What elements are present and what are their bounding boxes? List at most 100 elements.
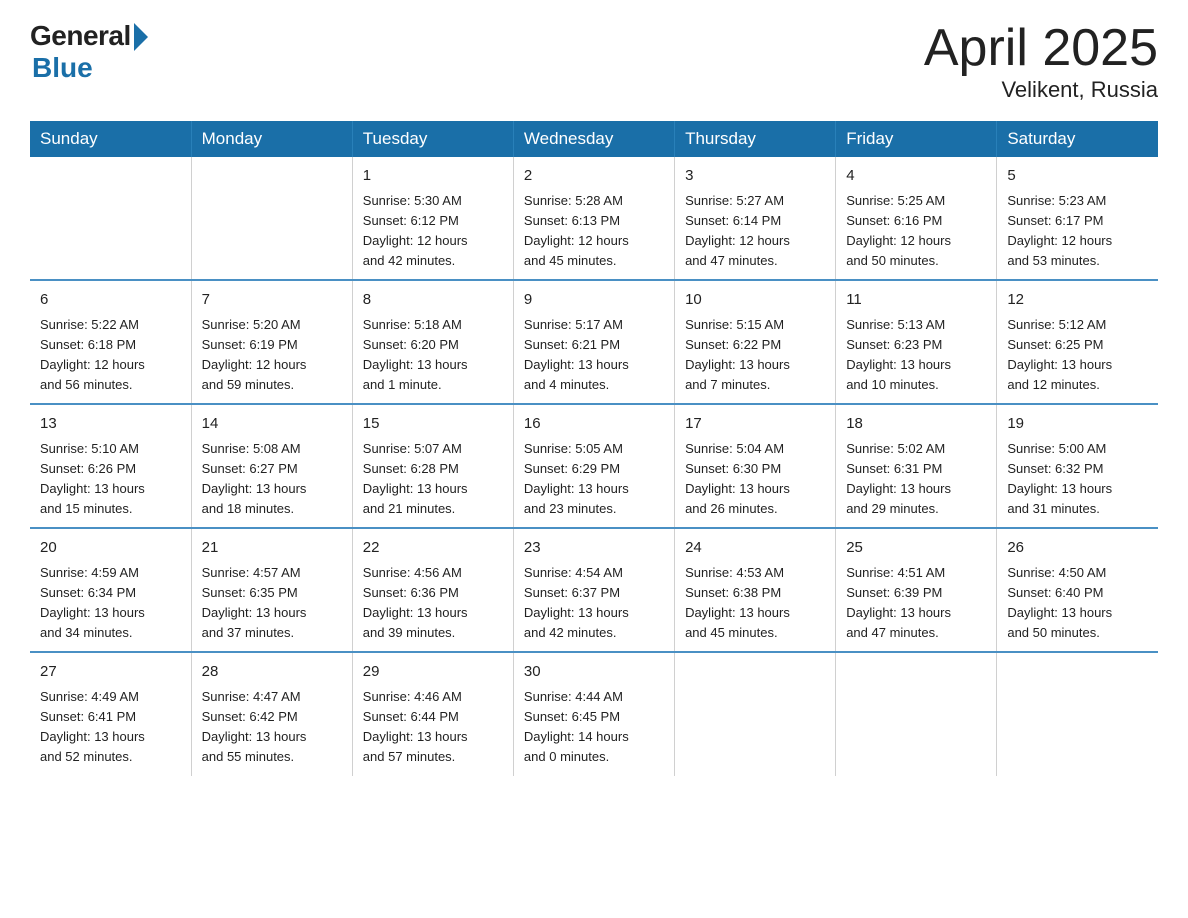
weekday-header-friday: Friday bbox=[836, 121, 997, 157]
calendar-week-row: 6 Sunrise: 5:22 AM Sunset: 6:18 PM Daylig… bbox=[30, 280, 1158, 404]
day-info: Sunrise: 5:07 AM Sunset: 6:28 PM Dayligh… bbox=[363, 439, 503, 520]
day-number: 13 bbox=[40, 413, 181, 436]
calendar-cell: 4 Sunrise: 5:25 AM Sunset: 6:16 PM Daylig… bbox=[836, 157, 997, 280]
day-number: 1 bbox=[363, 165, 503, 188]
logo: General Blue bbox=[30, 20, 148, 84]
day-number: 23 bbox=[524, 537, 664, 560]
calendar-week-row: 27 Sunrise: 4:49 AM Sunset: 6:41 PM Dayli… bbox=[30, 652, 1158, 775]
day-info: Sunrise: 5:13 AM Sunset: 6:23 PM Dayligh… bbox=[846, 315, 986, 396]
calendar-cell: 3 Sunrise: 5:27 AM Sunset: 6:14 PM Daylig… bbox=[675, 157, 836, 280]
weekday-header-wednesday: Wednesday bbox=[513, 121, 674, 157]
logo-general-text: General bbox=[30, 20, 131, 52]
calendar-cell: 2Sunrise: 5:28 AM Sunset: 6:13 PM Daylig… bbox=[513, 157, 674, 280]
day-number: 3 bbox=[685, 165, 825, 188]
calendar-cell: 13 Sunrise: 5:10 AM Sunset: 6:26 PM Dayli… bbox=[30, 404, 191, 528]
day-number: 19 bbox=[1007, 413, 1148, 436]
day-info: Sunrise: 4:49 AM Sunset: 6:41 PM Dayligh… bbox=[40, 687, 181, 768]
calendar-cell: 20 Sunrise: 4:59 AM Sunset: 6:34 PM Dayli… bbox=[30, 528, 191, 652]
day-info: Sunrise: 5:02 AM Sunset: 6:31 PM Dayligh… bbox=[846, 439, 986, 520]
day-info: Sunrise: 5:12 AM Sunset: 6:25 PM Dayligh… bbox=[1007, 315, 1148, 396]
day-info: Sunrise: 5:04 AM Sunset: 6:30 PM Dayligh… bbox=[685, 439, 825, 520]
weekday-header-tuesday: Tuesday bbox=[352, 121, 513, 157]
day-info: Sunrise: 5:18 AM Sunset: 6:20 PM Dayligh… bbox=[363, 315, 503, 396]
day-number: 12 bbox=[1007, 289, 1148, 312]
day-info: Sunrise: 4:50 AM Sunset: 6:40 PM Dayligh… bbox=[1007, 563, 1148, 644]
day-number: 22 bbox=[363, 537, 503, 560]
calendar-cell: 25 Sunrise: 4:51 AM Sunset: 6:39 PM Dayli… bbox=[836, 528, 997, 652]
day-info: Sunrise: 5:10 AM Sunset: 6:26 PM Dayligh… bbox=[40, 439, 181, 520]
day-number: 6 bbox=[40, 289, 181, 312]
calendar-cell: 24Sunrise: 4:53 AM Sunset: 6:38 PM Dayli… bbox=[675, 528, 836, 652]
day-number: 17 bbox=[685, 413, 825, 436]
weekday-header-saturday: Saturday bbox=[997, 121, 1158, 157]
day-info: Sunrise: 5:25 AM Sunset: 6:16 PM Dayligh… bbox=[846, 191, 986, 272]
calendar-cell bbox=[191, 157, 352, 280]
calendar-cell bbox=[836, 652, 997, 775]
calendar-cell: 9Sunrise: 5:17 AM Sunset: 6:21 PM Daylig… bbox=[513, 280, 674, 404]
page-header: General Blue April 2025 Velikent, Russia bbox=[30, 20, 1158, 103]
day-number: 29 bbox=[363, 661, 503, 684]
calendar-cell: 1 Sunrise: 5:30 AM Sunset: 6:12 PM Daylig… bbox=[352, 157, 513, 280]
calendar-cell: 6 Sunrise: 5:22 AM Sunset: 6:18 PM Daylig… bbox=[30, 280, 191, 404]
day-info: Sunrise: 4:57 AM Sunset: 6:35 PM Dayligh… bbox=[202, 563, 342, 644]
calendar-cell: 11 Sunrise: 5:13 AM Sunset: 6:23 PM Dayli… bbox=[836, 280, 997, 404]
day-info: Sunrise: 4:44 AM Sunset: 6:45 PM Dayligh… bbox=[524, 687, 664, 768]
day-number: 21 bbox=[202, 537, 342, 560]
day-info: Sunrise: 5:20 AM Sunset: 6:19 PM Dayligh… bbox=[202, 315, 342, 396]
calendar-cell bbox=[997, 652, 1158, 775]
calendar-cell: 21 Sunrise: 4:57 AM Sunset: 6:35 PM Dayli… bbox=[191, 528, 352, 652]
logo-blue-text: Blue bbox=[32, 52, 93, 84]
day-number: 30 bbox=[524, 661, 664, 684]
calendar-cell: 7 Sunrise: 5:20 AM Sunset: 6:19 PM Daylig… bbox=[191, 280, 352, 404]
calendar-cell: 28Sunrise: 4:47 AM Sunset: 6:42 PM Dayli… bbox=[191, 652, 352, 775]
calendar-cell: 22 Sunrise: 4:56 AM Sunset: 6:36 PM Dayli… bbox=[352, 528, 513, 652]
logo-arrow-icon bbox=[134, 23, 148, 51]
day-info: Sunrise: 4:53 AM Sunset: 6:38 PM Dayligh… bbox=[685, 563, 825, 644]
day-info: Sunrise: 4:46 AM Sunset: 6:44 PM Dayligh… bbox=[363, 687, 503, 768]
day-info: Sunrise: 5:30 AM Sunset: 6:12 PM Dayligh… bbox=[363, 191, 503, 272]
day-number: 11 bbox=[846, 289, 986, 312]
day-number: 20 bbox=[40, 537, 181, 560]
day-info: Sunrise: 5:28 AM Sunset: 6:13 PM Dayligh… bbox=[524, 191, 664, 272]
calendar-cell bbox=[675, 652, 836, 775]
day-number: 26 bbox=[1007, 537, 1148, 560]
day-info: Sunrise: 5:05 AM Sunset: 6:29 PM Dayligh… bbox=[524, 439, 664, 520]
calendar-cell: 23Sunrise: 4:54 AM Sunset: 6:37 PM Dayli… bbox=[513, 528, 674, 652]
calendar-cell: 30 Sunrise: 4:44 AM Sunset: 6:45 PM Dayli… bbox=[513, 652, 674, 775]
title-block: April 2025 Velikent, Russia bbox=[924, 20, 1158, 103]
day-info: Sunrise: 5:27 AM Sunset: 6:14 PM Dayligh… bbox=[685, 191, 825, 272]
calendar-week-row: 20 Sunrise: 4:59 AM Sunset: 6:34 PM Dayli… bbox=[30, 528, 1158, 652]
day-number: 18 bbox=[846, 413, 986, 436]
day-number: 4 bbox=[846, 165, 986, 188]
day-info: Sunrise: 5:22 AM Sunset: 6:18 PM Dayligh… bbox=[40, 315, 181, 396]
calendar-cell: 8 Sunrise: 5:18 AM Sunset: 6:20 PM Daylig… bbox=[352, 280, 513, 404]
calendar-cell: 27 Sunrise: 4:49 AM Sunset: 6:41 PM Dayli… bbox=[30, 652, 191, 775]
day-info: Sunrise: 5:17 AM Sunset: 6:21 PM Dayligh… bbox=[524, 315, 664, 396]
location-title: Velikent, Russia bbox=[924, 77, 1158, 103]
day-info: Sunrise: 4:51 AM Sunset: 6:39 PM Dayligh… bbox=[846, 563, 986, 644]
day-number: 25 bbox=[846, 537, 986, 560]
day-info: Sunrise: 5:15 AM Sunset: 6:22 PM Dayligh… bbox=[685, 315, 825, 396]
calendar-cell: 5Sunrise: 5:23 AM Sunset: 6:17 PM Daylig… bbox=[997, 157, 1158, 280]
calendar-cell: 15 Sunrise: 5:07 AM Sunset: 6:28 PM Dayli… bbox=[352, 404, 513, 528]
calendar-table: SundayMondayTuesdayWednesdayThursdayFrid… bbox=[30, 121, 1158, 775]
day-number: 15 bbox=[363, 413, 503, 436]
weekday-header-monday: Monday bbox=[191, 121, 352, 157]
weekday-header-sunday: Sunday bbox=[30, 121, 191, 157]
day-number: 7 bbox=[202, 289, 342, 312]
day-info: Sunrise: 5:00 AM Sunset: 6:32 PM Dayligh… bbox=[1007, 439, 1148, 520]
day-number: 27 bbox=[40, 661, 181, 684]
day-number: 16 bbox=[524, 413, 664, 436]
day-info: Sunrise: 4:59 AM Sunset: 6:34 PM Dayligh… bbox=[40, 563, 181, 644]
weekday-header-thursday: Thursday bbox=[675, 121, 836, 157]
calendar-cell: 17 Sunrise: 5:04 AM Sunset: 6:30 PM Dayli… bbox=[675, 404, 836, 528]
day-info: Sunrise: 5:23 AM Sunset: 6:17 PM Dayligh… bbox=[1007, 191, 1148, 272]
calendar-header-row: SundayMondayTuesdayWednesdayThursdayFrid… bbox=[30, 121, 1158, 157]
calendar-cell: 10Sunrise: 5:15 AM Sunset: 6:22 PM Dayli… bbox=[675, 280, 836, 404]
day-info: Sunrise: 4:47 AM Sunset: 6:42 PM Dayligh… bbox=[202, 687, 342, 768]
day-info: Sunrise: 4:56 AM Sunset: 6:36 PM Dayligh… bbox=[363, 563, 503, 644]
calendar-cell: 26 Sunrise: 4:50 AM Sunset: 6:40 PM Dayli… bbox=[997, 528, 1158, 652]
calendar-cell: 18 Sunrise: 5:02 AM Sunset: 6:31 PM Dayli… bbox=[836, 404, 997, 528]
day-number: 8 bbox=[363, 289, 503, 312]
calendar-cell: 29 Sunrise: 4:46 AM Sunset: 6:44 PM Dayli… bbox=[352, 652, 513, 775]
